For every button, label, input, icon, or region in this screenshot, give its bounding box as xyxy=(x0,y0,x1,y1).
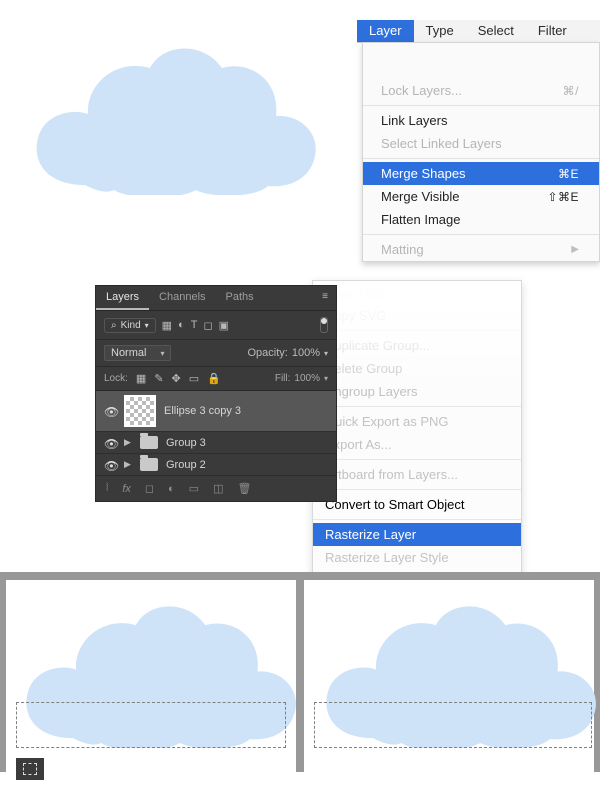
menu-select-linked: Select Linked Layers xyxy=(363,132,599,155)
visibility-icon[interactable]: 👁 xyxy=(104,459,116,471)
group-icon[interactable]: ▭ xyxy=(189,482,199,495)
blend-mode-select[interactable]: Normal xyxy=(104,345,171,361)
filter-toggle[interactable] xyxy=(320,317,328,333)
filter-adjust-icon[interactable]: ◐ xyxy=(178,319,185,331)
folder-icon xyxy=(140,436,158,449)
filter-shape-icon[interactable]: ◻ xyxy=(203,319,212,332)
layer-dropdown: Lock Layers... ⌘/ Link Layers Select Lin… xyxy=(362,42,600,262)
menu-matting: Matting ▶ xyxy=(363,238,599,261)
opacity-value[interactable]: 100% xyxy=(292,347,320,359)
panel-tabs: Layers Channels Paths ≡ xyxy=(96,286,336,311)
search-icon: ⌕ xyxy=(111,320,117,331)
ctx-item: Export As... xyxy=(313,433,521,456)
fill-group: Fill: 100% ▾ xyxy=(275,373,328,384)
fill-label: Fill: xyxy=(275,373,291,384)
lock-label: Lock: xyxy=(104,373,128,384)
ctx-convert-smart-object[interactable]: Convert to Smart Object xyxy=(313,493,521,516)
menu-label: Link Layers xyxy=(381,113,447,128)
menu-shortcut: ⌘E xyxy=(558,167,579,181)
panel-menu-icon[interactable]: ≡ xyxy=(314,286,336,310)
layer-row[interactable]: 👁 Ellipse 3 copy 3 xyxy=(96,391,336,432)
layer-name[interactable]: Ellipse 3 copy 3 xyxy=(164,405,241,417)
layer-name[interactable]: Group 2 xyxy=(166,459,206,471)
blend-mode-label: Normal xyxy=(111,347,146,359)
menu-merge-visible[interactable]: Merge Visible ⇧⌘E xyxy=(363,185,599,208)
folder-icon xyxy=(140,458,158,471)
adjust-icon[interactable]: ◐ xyxy=(168,483,175,495)
filter-kind-select[interactable]: ⌕ Kind ▾ xyxy=(104,318,156,333)
filter-kind-label: Kind xyxy=(121,320,141,331)
fill-value[interactable]: 100% xyxy=(294,373,320,384)
menubar-layer[interactable]: Layer xyxy=(357,20,414,42)
menubar-filter[interactable]: Filter xyxy=(526,20,579,42)
tab-layers[interactable]: Layers xyxy=(96,286,149,310)
menu-lock-layers: Lock Layers... ⌘/ xyxy=(363,79,599,102)
menu-label: Flatten Image xyxy=(381,212,461,227)
marquee-selection[interactable] xyxy=(314,702,592,748)
tab-paths[interactable]: Paths xyxy=(216,286,264,310)
tab-channels[interactable]: Channels xyxy=(149,286,215,310)
menu-label: Select Linked Layers xyxy=(381,136,502,151)
ctx-rasterize-style: Rasterize Layer Style xyxy=(313,546,521,569)
lock-position-icon[interactable]: ✥ xyxy=(172,372,181,385)
mask-icon[interactable]: ◻ xyxy=(145,482,154,495)
menu-separator xyxy=(313,406,521,407)
menu-label: Merge Visible xyxy=(381,189,460,204)
layer-row[interactable]: 👁 ▶ Group 2 xyxy=(96,454,336,476)
opacity-group: Opacity: 100% ▾ xyxy=(247,347,328,359)
blend-row: Normal Opacity: 100% ▾ xyxy=(96,340,336,367)
chevron-right-icon[interactable]: ▶ xyxy=(124,459,132,470)
menubar-type[interactable]: Type xyxy=(414,20,466,42)
menu-merge-shapes[interactable]: Merge Shapes ⌘E xyxy=(363,162,599,185)
cloud-artwork xyxy=(30,40,320,195)
trash-icon[interactable]: 🗑 xyxy=(237,482,251,495)
menu-link-layers[interactable]: Link Layers xyxy=(363,109,599,132)
panel-footer: ⦚ fx ◻ ◐ ▭ ◫ 🗑 xyxy=(96,476,336,501)
menu-separator xyxy=(313,519,521,520)
menu-separator xyxy=(363,105,599,106)
app-menubar: Layer Type Select Filter xyxy=(357,20,600,43)
menu-separator xyxy=(313,489,521,490)
screenshot-root: Layer Type Select Filter Lock Layers... … xyxy=(0,0,600,791)
layer-row[interactable]: 👁 ▶ Group 3 xyxy=(96,432,336,454)
lock-artboard-icon[interactable]: ▭ xyxy=(189,372,199,385)
filter-pixel-icon[interactable]: ▦ xyxy=(162,319,172,332)
link-icon[interactable]: ⦚ xyxy=(106,482,108,495)
lock-pixels-icon[interactable]: ▦ xyxy=(136,372,146,385)
menu-separator xyxy=(313,459,521,460)
marquee-tool-icon[interactable] xyxy=(16,758,44,780)
fx-icon[interactable]: fx xyxy=(122,483,131,495)
layers-panel: Layers Channels Paths ≡ ⌕ Kind ▾ ▦ ◐ T ◻… xyxy=(95,285,337,502)
marquee-selection[interactable] xyxy=(16,702,286,748)
layer-thumbnail[interactable] xyxy=(124,395,156,427)
menu-label: Lock Layers... xyxy=(381,83,462,98)
chevron-right-icon[interactable]: ▶ xyxy=(124,437,132,448)
submenu-arrow-icon: ▶ xyxy=(571,244,579,255)
layer-filter-row: ⌕ Kind ▾ ▦ ◐ T ◻ ▣ xyxy=(96,311,336,340)
menu-separator xyxy=(363,234,599,235)
menubar-select[interactable]: Select xyxy=(466,20,526,42)
menu-flatten-image[interactable]: Flatten Image xyxy=(363,208,599,231)
ctx-item: Quick Export as PNG xyxy=(313,410,521,433)
filter-smart-icon[interactable]: ▣ xyxy=(219,319,229,332)
menu-label: Merge Shapes xyxy=(381,166,466,181)
new-layer-icon[interactable]: ◫ xyxy=(213,482,223,495)
lock-brush-icon[interactable]: ✎ xyxy=(154,372,163,385)
filter-type-icon[interactable]: T xyxy=(191,319,198,331)
menu-shortcut: ⌘/ xyxy=(563,84,579,98)
opacity-label: Opacity: xyxy=(247,347,287,359)
visibility-icon[interactable]: 👁 xyxy=(104,405,116,417)
menu-shortcut: ⇧⌘E xyxy=(547,190,579,204)
visibility-icon[interactable]: 👁 xyxy=(104,437,116,449)
menu-separator xyxy=(363,158,599,159)
lock-row: Lock: ▦ ✎ ✥ ▭ 🔒 Fill: 100% ▾ xyxy=(96,367,336,391)
fade-overlay xyxy=(313,281,521,391)
lock-all-icon[interactable]: 🔒 xyxy=(207,372,221,385)
ctx-rasterize-layer[interactable]: Rasterize Layer xyxy=(313,523,521,546)
menu-label: Matting xyxy=(381,242,424,257)
ctx-item: Artboard from Layers... xyxy=(313,463,521,486)
layer-name[interactable]: Group 3 xyxy=(166,437,206,449)
